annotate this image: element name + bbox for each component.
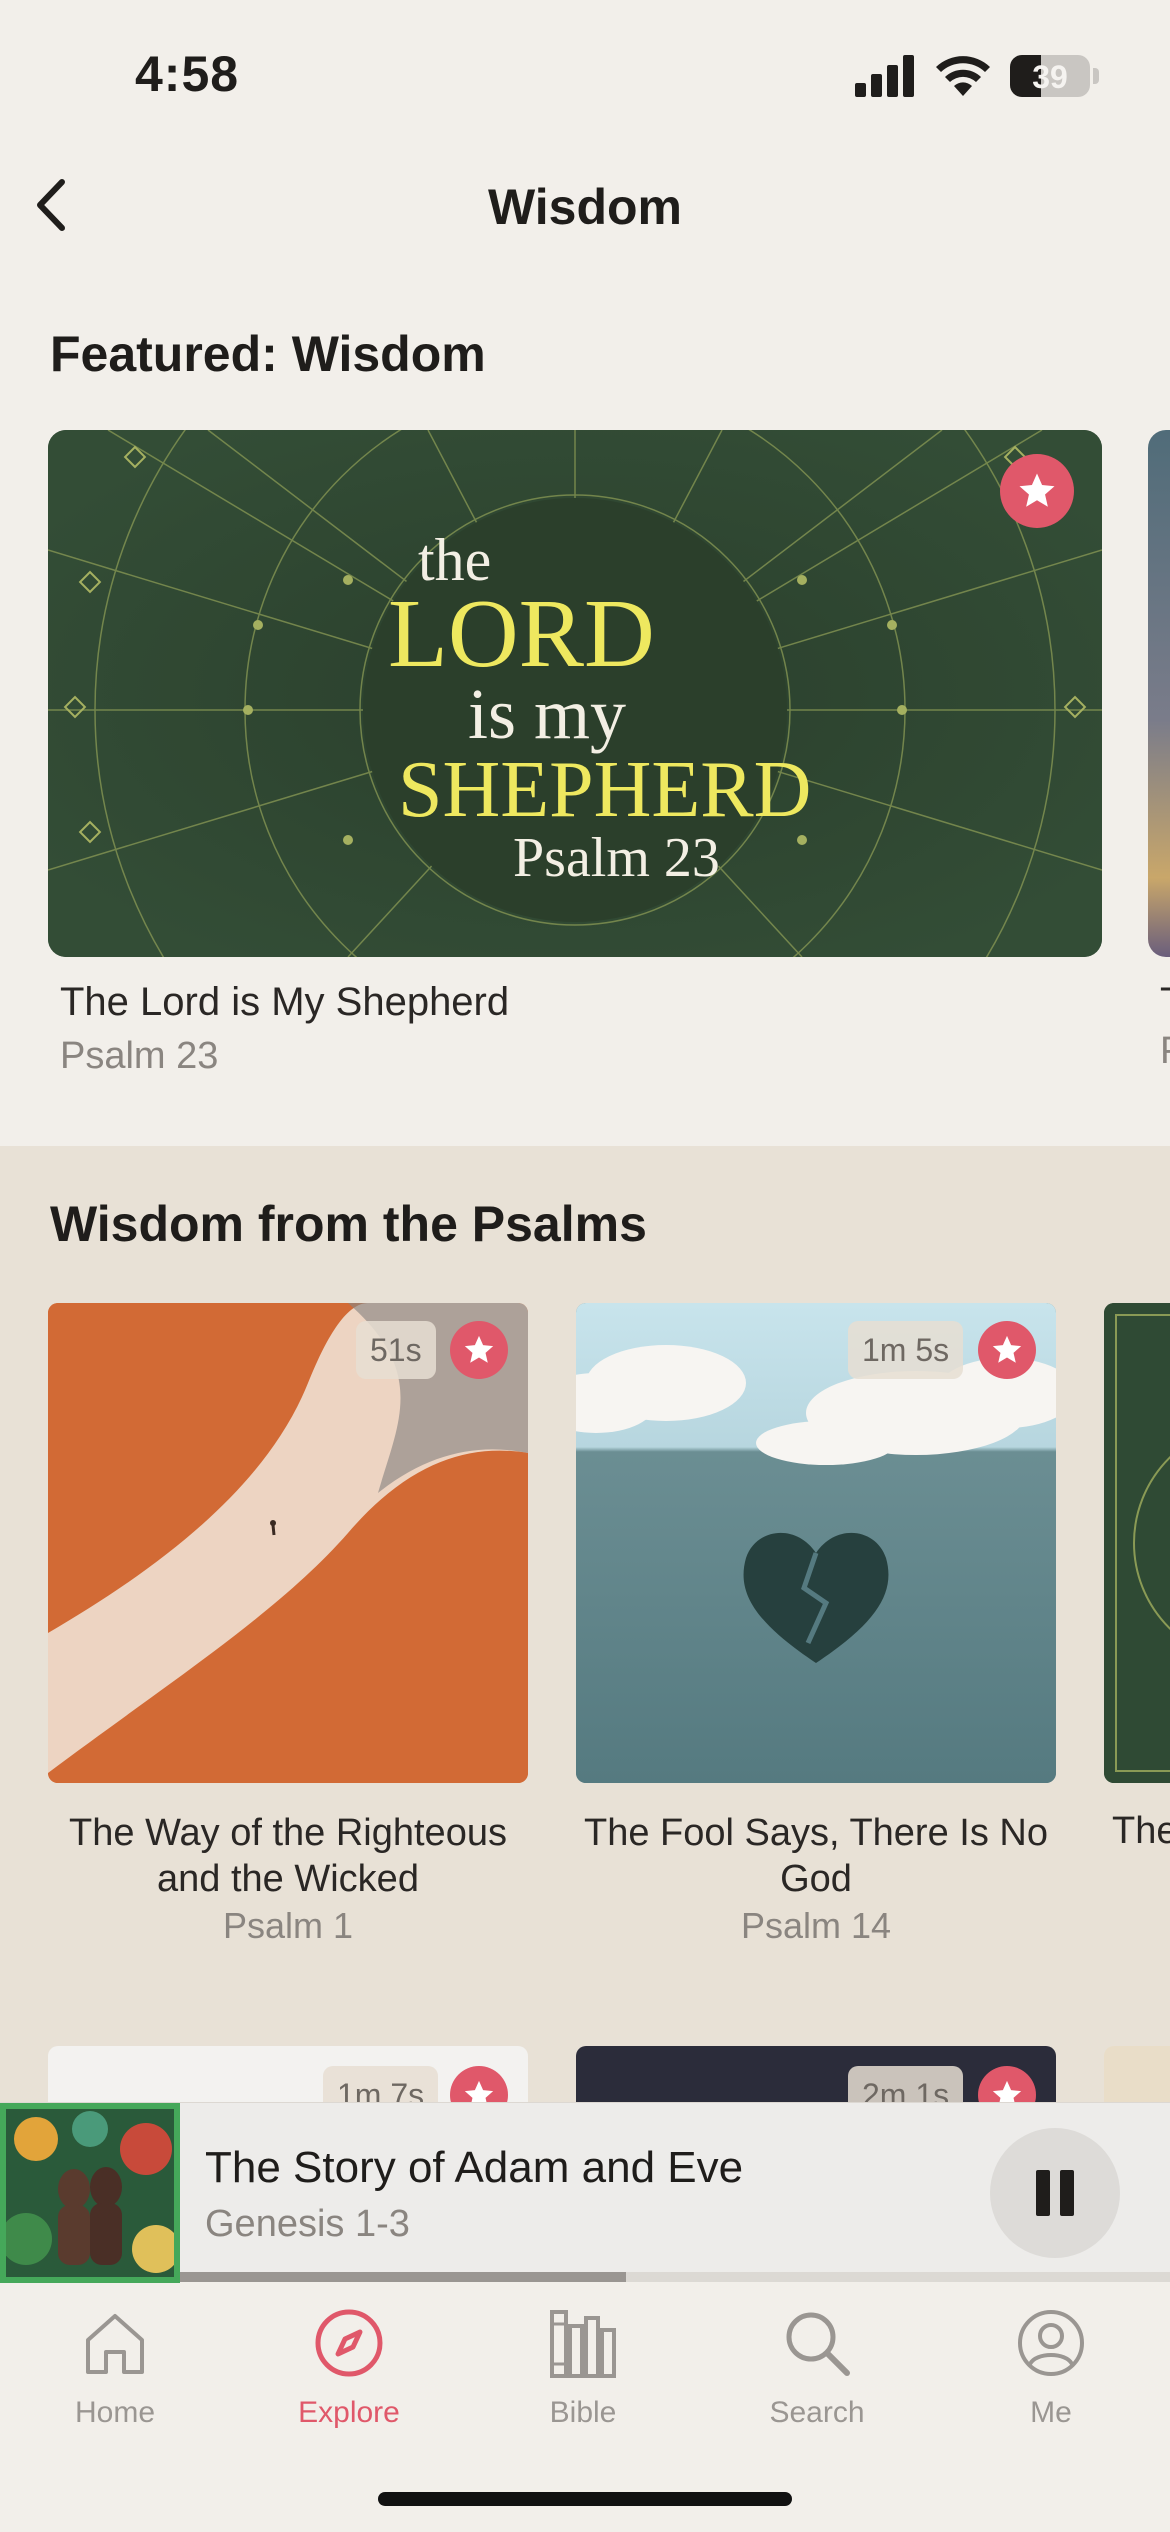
duration-badge: 51s: [356, 1321, 436, 1379]
art-line-is-my: is my: [468, 674, 627, 754]
featured-section-title: Featured: Wisdom: [50, 326, 486, 382]
peek-card-subtitle: P: [1160, 1030, 1170, 1073]
art-line-lord: LORD: [388, 580, 655, 688]
tab-explore[interactable]: Explore: [249, 2298, 449, 2430]
card-subtitle: Psalm 1: [222, 1905, 354, 1946]
card-caption: The Way of the Righteous and the Wicked …: [48, 1810, 528, 1950]
wifi-icon: [936, 56, 990, 96]
star-icon: [1019, 473, 1055, 507]
mini-player[interactable]: The Story of Adam and Eve Genesis 1-3: [0, 2102, 1170, 2283]
featured-card-title: The Lord is My Shepherd: [60, 980, 510, 1024]
featured-card-subtitle: Psalm 23: [60, 1035, 219, 1077]
cellular-signal-icon: [855, 55, 914, 97]
home-icon: [86, 2314, 144, 2374]
status-time: 4:58: [135, 46, 240, 102]
battery-icon: 39: [1010, 55, 1090, 97]
status-bar: 4:58 39: [0, 0, 1170, 150]
tab-search[interactable]: Search: [717, 2298, 917, 2430]
star-icon: [992, 1335, 1022, 1363]
card-title-peek: The: [1112, 1810, 1170, 1852]
card-title: The Fool Says, There Is No God: [584, 1812, 1048, 1900]
card-subtitle: Psalm 14: [740, 1905, 892, 1946]
player-progress-fill: [180, 2272, 626, 2282]
tab-label: Explore: [298, 2396, 400, 2429]
card-next-peek[interactable]: [1104, 1303, 1170, 1783]
featured-caption: The Lord is My Shepherd Psalm 23: [60, 980, 509, 1078]
nav-header: Wisdom: [0, 160, 1170, 255]
tab-bible[interactable]: Bible: [483, 2298, 683, 2430]
tab-me[interactable]: Me: [951, 2298, 1151, 2430]
page-title: Wisdom: [488, 179, 682, 235]
tab-label: Search: [769, 2396, 865, 2429]
card-title: The Way of the Righteous and the Wicked: [69, 1812, 507, 1900]
favorite-badge[interactable]: [978, 1321, 1036, 1379]
favorite-badge[interactable]: [1000, 454, 1074, 528]
compass-icon: [315, 2309, 383, 2377]
favorite-badge[interactable]: [450, 1321, 508, 1379]
search-icon: [786, 2312, 850, 2376]
pause-button[interactable]: [990, 2128, 1120, 2258]
featured-card-lord-shepherd[interactable]: the LORD is my SHEPHERD Psalm 23: [48, 430, 1102, 957]
pause-icon: [1036, 2170, 1050, 2216]
art-line-psalm: Psalm 23: [513, 827, 720, 889]
card-artwork-path: [48, 1303, 528, 1783]
psalms-section-title: Wisdom from the Psalms: [50, 1196, 647, 1252]
books-icon: [550, 2310, 616, 2378]
tab-label: Me: [1030, 2396, 1072, 2429]
tab-label: Home: [74, 2396, 156, 2429]
card-artwork-broken-heart: [576, 1303, 1056, 1783]
card-artwork-peek: [1104, 1303, 1170, 1783]
player-subtitle: Genesis 1-3: [205, 2203, 410, 2245]
peek-card-title: T: [1160, 980, 1170, 1025]
player-artwork: [0, 2103, 180, 2283]
duration-badge: 1m 5s: [848, 1321, 964, 1379]
star-icon: [464, 1335, 494, 1363]
featured-card-next-peek[interactable]: [1148, 430, 1170, 957]
profile-icon: [1018, 2310, 1084, 2376]
home-indicator: [378, 2492, 792, 2506]
card-fool-says[interactable]: 1m 5s: [576, 1303, 1056, 1783]
player-title: The Story of Adam and Eve: [205, 2143, 744, 2192]
tab-home[interactable]: Home: [15, 2298, 215, 2430]
card-caption: The Fool Says, There Is No God Psalm 14: [576, 1810, 1056, 1950]
art-line-shepherd: SHEPHERD: [398, 746, 812, 834]
tab-label: Bible: [549, 2396, 617, 2429]
card-way-of-righteous[interactable]: 51s: [48, 1303, 528, 1783]
battery-percent: 39: [1032, 59, 1068, 95]
